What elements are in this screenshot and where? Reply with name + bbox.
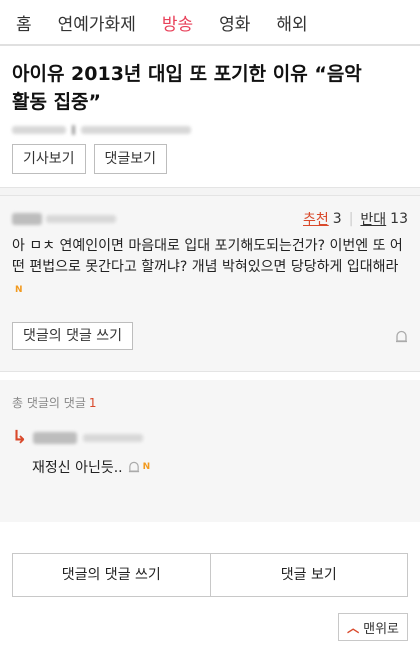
up-caret-icon: ︿ <box>347 620 360 635</box>
article-title-line-2: 활동 집중” <box>12 91 102 113</box>
replies-count-label: 총 댓글의 댓글 <box>12 396 86 410</box>
view-comments-bottom-button[interactable]: 댓글 보기 <box>209 554 408 596</box>
article-header: 아이유 2013년 대입 또 포기한 이유 “음악 활동 집중” 기사보기 댓글… <box>0 46 420 188</box>
upvote-button[interactable]: 추천 <box>303 209 329 229</box>
nav-item-entertainment-news[interactable]: 연예가화제 <box>58 10 136 35</box>
nav-item-overseas[interactable]: 해외 <box>276 10 307 35</box>
view-comments-button[interactable]: 댓글보기 <box>93 144 168 174</box>
blurred-date <box>81 126 191 134</box>
category-nav: 홈 연예가화제 방송 영화 해외 <box>0 0 420 46</box>
comment-author-blurred <box>12 213 116 225</box>
comment-votes: 추천 3 | 반대 13 <box>303 209 408 229</box>
replies-count-number: 1 <box>88 396 97 410</box>
blurred-divider <box>72 125 75 135</box>
write-reply-button[interactable]: 댓글의 댓글 쓰기 <box>12 322 134 350</box>
article-meta-blurred <box>12 124 408 136</box>
scroll-to-top-button[interactable]: ︿ 맨위로 <box>338 613 408 641</box>
blurred-timestamp <box>46 215 116 223</box>
reply-item: ↳ 재정신 아닌듯.. N <box>12 429 408 477</box>
new-badge: N <box>142 462 151 472</box>
nav-item-home[interactable]: 홈 <box>16 10 32 35</box>
scroll-to-top-label: 맨위로 <box>363 621 399 637</box>
replies-section: 총 댓글의 댓글 1 ↳ 재정신 아닌듯.. N <box>0 372 420 522</box>
upvote-count: 3 <box>332 211 342 227</box>
comment-body: 아 ㅁㅊ 연예인이면 마음대로 입대 포기해도되는건가? 이번엔 또 어떤 편법… <box>12 238 403 275</box>
comment-text: 아 ㅁㅊ 연예인이면 마음대로 입대 포기해도되는건가? 이번엔 또 어떤 편법… <box>12 236 408 301</box>
reply-arrow-icon: ↳ <box>12 427 28 448</box>
new-badge: N <box>15 285 23 295</box>
blurred-reply-username <box>33 432 78 444</box>
vote-divider: | <box>348 211 354 227</box>
report-icon[interactable] <box>128 461 140 473</box>
replies-count: 총 댓글의 댓글 1 <box>12 394 408 411</box>
section-gap <box>0 188 420 196</box>
nav-item-movie[interactable]: 영화 <box>219 10 250 35</box>
write-reply-bottom-button[interactable]: 댓글의 댓글 쓰기 <box>13 554 210 596</box>
blurred-reply-timestamp <box>83 434 144 442</box>
downvote-count: 13 <box>390 211 408 227</box>
comment-item: 추천 3 | 반대 13 아 ㅁㅊ 연예인이면 마음대로 입대 포기해도되는건가… <box>0 196 420 372</box>
bottom-action-bar: 댓글의 댓글 쓰기 댓글 보기 <box>12 553 408 597</box>
article-title[interactable]: 아이유 2013년 대입 또 포기한 이유 “음악 활동 집중” <box>12 60 408 116</box>
reply-text: 재정신 아닌듯.. <box>32 460 123 476</box>
view-article-button[interactable]: 기사보기 <box>12 144 86 174</box>
report-icon[interactable] <box>395 330 408 343</box>
nav-item-broadcast[interactable]: 방송 <box>162 10 193 35</box>
blurred-username <box>12 213 42 225</box>
blurred-source <box>12 126 66 134</box>
downvote-button[interactable]: 반대 <box>360 209 386 229</box>
article-title-line-1: 아이유 2013년 대입 또 포기한 이유 “음악 <box>12 63 362 85</box>
